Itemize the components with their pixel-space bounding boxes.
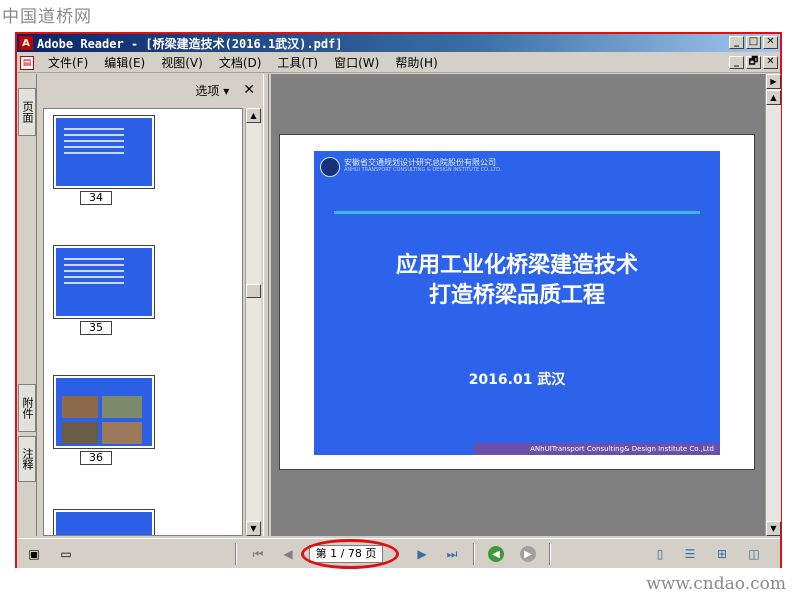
go-forward-button[interactable]: ▶ bbox=[519, 545, 537, 563]
menu-document[interactable]: 文档(D) bbox=[211, 54, 270, 71]
thumbnails-panel: 选项 ▾ ✕ 34 35 36 ▲ ▼ bbox=[39, 74, 263, 536]
highlight-ellipse bbox=[301, 539, 399, 569]
window-title: Adobe Reader - [桥梁建造技术(2016.1武汉).pdf] bbox=[37, 36, 343, 51]
document-scrollbar[interactable]: ▶ ▲ ▼ bbox=[765, 74, 781, 536]
slide: 安徽省交通规划设计研究总院股份有限公司 ANHUI TRANSPORT CONS… bbox=[314, 151, 720, 455]
menu-view[interactable]: 视图(V) bbox=[153, 54, 211, 71]
menu-file[interactable]: 文件(F) bbox=[40, 54, 96, 71]
single-page-layout-icon[interactable]: ▯ bbox=[651, 545, 669, 563]
watermark-bottom: www.cndao.com bbox=[646, 574, 786, 594]
watermark-top: 中国道桥网 bbox=[2, 7, 92, 27]
page-thumbnail[interactable] bbox=[53, 115, 155, 189]
slide-footer: ANhUITransport Consulting& Design Instit… bbox=[474, 443, 720, 455]
menu-window[interactable]: 窗口(W) bbox=[326, 54, 387, 71]
adobe-reader-icon: A bbox=[19, 36, 33, 50]
pdf-page: 安徽省交通规划设计研究总院股份有限公司 ANHUI TRANSPORT CONS… bbox=[279, 134, 755, 470]
close-window-button[interactable]: ✕ bbox=[763, 36, 778, 49]
forward-arrow-icon: ▶ bbox=[520, 546, 536, 562]
page-thumbnail[interactable] bbox=[53, 509, 155, 535]
panel-splitter[interactable] bbox=[263, 74, 269, 536]
doc-minimize-button[interactable]: _ bbox=[729, 56, 744, 69]
monitor-icon[interactable]: ▣ bbox=[25, 545, 43, 563]
thumbnail-list: 34 35 36 bbox=[43, 108, 243, 536]
slide-divider bbox=[334, 211, 700, 214]
title-bar: A Adobe Reader - [桥梁建造技术(2016.1武汉).pdf] … bbox=[17, 34, 780, 52]
go-back-button[interactable]: ◀ bbox=[487, 545, 505, 563]
continuous-facing-layout-icon[interactable]: ◫ bbox=[745, 545, 763, 563]
doc-close-button[interactable]: ✕ bbox=[763, 56, 778, 69]
slide-title: 应用工业化桥梁建造技术 打造桥梁品质工程 bbox=[314, 251, 720, 311]
scroll-down-arrow-icon[interactable]: ▼ bbox=[766, 521, 781, 536]
company-logo-icon bbox=[320, 157, 340, 177]
menu-tools[interactable]: 工具(T) bbox=[269, 54, 326, 71]
slide-company-name-en: ANHUI TRANSPORT CONSULTING & DESIGN INST… bbox=[344, 167, 502, 173]
first-page-button[interactable]: ⏮ bbox=[249, 545, 267, 563]
next-page-button[interactable]: ▶ bbox=[413, 545, 431, 563]
options-dropdown-button[interactable]: 选项 ▾ bbox=[195, 82, 229, 99]
close-panel-icon[interactable]: ✕ bbox=[243, 82, 255, 98]
scrollbar-thumb[interactable] bbox=[246, 284, 261, 298]
menu-help[interactable]: 帮助(H) bbox=[387, 54, 445, 71]
facing-layout-icon[interactable]: ⊞ bbox=[713, 545, 731, 563]
page-thumbnail[interactable] bbox=[53, 375, 155, 449]
reader-window: A Adobe Reader - [桥梁建造技术(2016.1武汉).pdf] … bbox=[15, 32, 782, 569]
doc-restore-button[interactable]: 🗗 bbox=[746, 56, 761, 69]
menu-edit[interactable]: 编辑(E) bbox=[96, 54, 153, 71]
status-bar: ▣ ▭ ⏮ ◀ 第 1 / 78 页 ▶ ⏭ ◀ ▶ ▯ ☰ ⊞ ◫ bbox=[17, 538, 780, 569]
thumbnails-header: 选项 ▾ ✕ bbox=[39, 74, 263, 106]
tab-comments[interactable]: 注释 bbox=[18, 436, 36, 482]
scroll-up-arrow-icon[interactable]: ▲ bbox=[766, 90, 781, 105]
thumbnail-page-number: 36 bbox=[80, 451, 112, 465]
scroll-down-arrow-icon[interactable]: ▼ bbox=[246, 521, 261, 536]
last-page-button[interactable]: ⏭ bbox=[443, 545, 461, 563]
page-thumbnail[interactable] bbox=[53, 245, 155, 319]
slide-title-line2: 打造桥梁品质工程 bbox=[428, 283, 605, 308]
document-view[interactable]: 安徽省交通规划设计研究总院股份有限公司 ANHUI TRANSPORT CONS… bbox=[271, 74, 765, 536]
expand-arrow-icon[interactable]: ▶ bbox=[766, 74, 781, 89]
menu-bar: ▤ 文件(F) 编辑(E) 视图(V) 文档(D) 工具(T) 窗口(W) 帮助… bbox=[17, 53, 780, 73]
slide-date: 2016.01 武汉 bbox=[468, 372, 566, 388]
page-icon[interactable]: ▭ bbox=[57, 545, 75, 563]
previous-page-button[interactable]: ◀ bbox=[279, 545, 297, 563]
thumbnails-scrollbar[interactable]: ▲ ▼ bbox=[245, 108, 261, 536]
slide-title-line1: 应用工业化桥梁建造技术 bbox=[395, 253, 638, 278]
scroll-up-arrow-icon[interactable]: ▲ bbox=[246, 108, 261, 123]
thumbnail-page-number: 34 bbox=[80, 191, 112, 205]
back-arrow-icon: ◀ bbox=[488, 546, 504, 562]
thumbnail-page-number: 35 bbox=[80, 321, 112, 335]
minimize-button[interactable]: _ bbox=[729, 36, 744, 49]
maximize-button[interactable]: □ bbox=[746, 36, 761, 49]
navigation-tabs: 页面 附件 注释 bbox=[17, 74, 37, 536]
continuous-layout-icon[interactable]: ☰ bbox=[681, 545, 699, 563]
tab-attachments[interactable]: 附件 bbox=[18, 384, 36, 432]
pdf-document-icon[interactable]: ▤ bbox=[20, 55, 34, 70]
tab-pages[interactable]: 页面 bbox=[18, 88, 36, 136]
